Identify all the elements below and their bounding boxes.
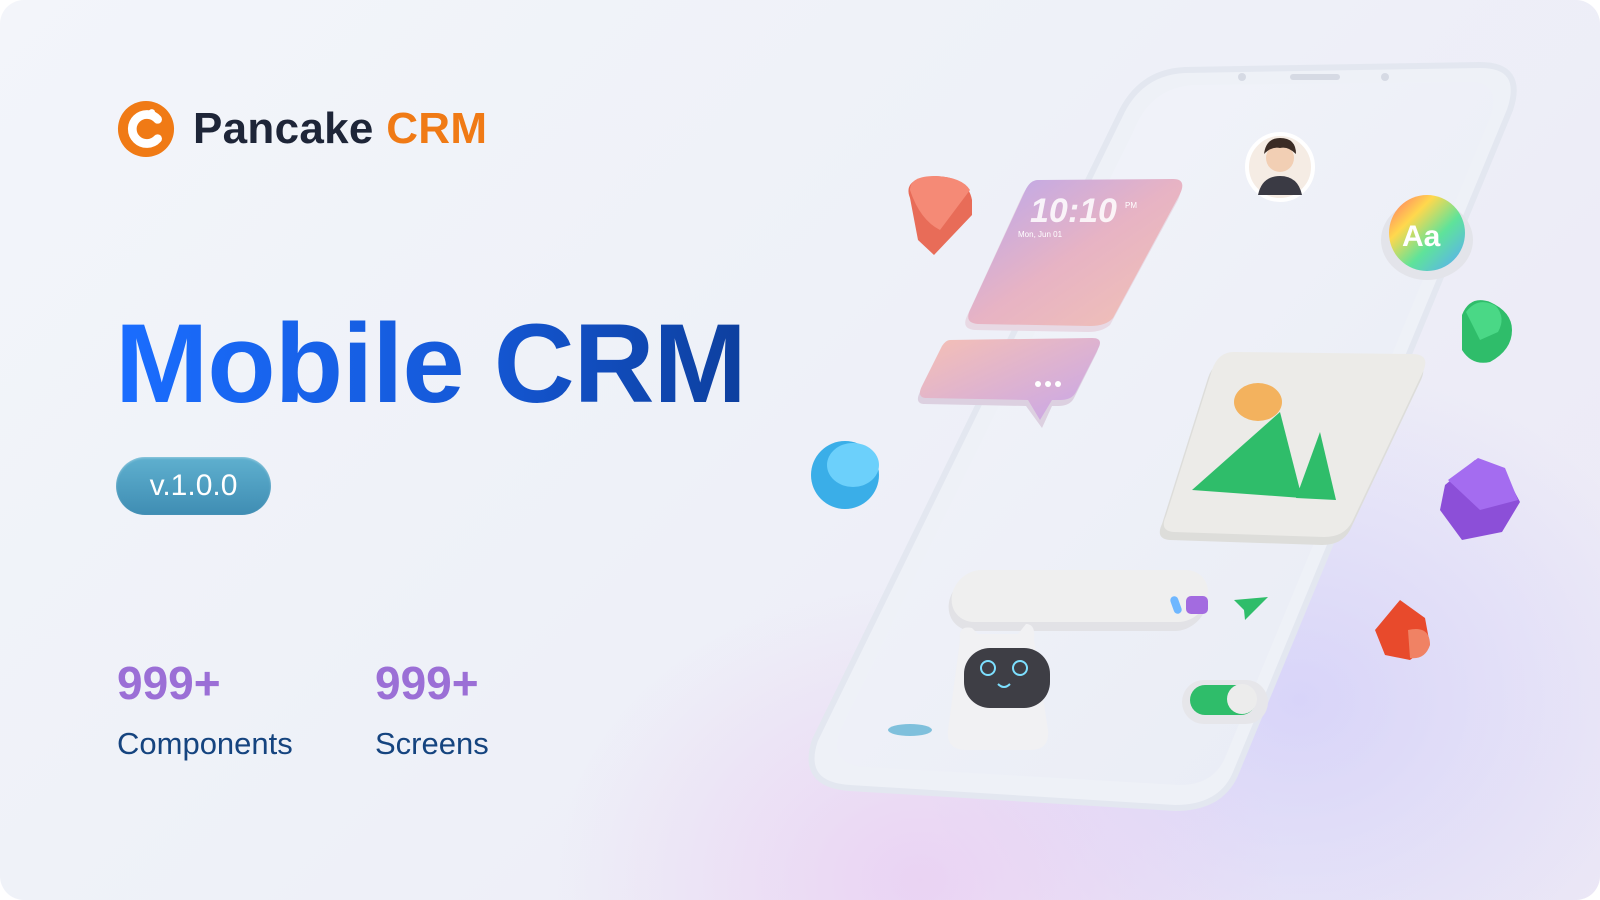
stat-value: 999+ <box>375 657 479 709</box>
clock-ampm: PM <box>1125 201 1137 210</box>
stat-components: 999+ Components <box>117 660 293 759</box>
brand-wordmark: Pancake CRM <box>193 107 487 151</box>
hero-title: Mobile CRM <box>115 301 747 426</box>
clock-time: 10:10 <box>1030 192 1117 230</box>
brand-accent: CRM <box>386 104 488 153</box>
stat-value: 999+ <box>117 657 221 709</box>
phone-illustration: 10:10 PM Mon, Jun 01 Aa <box>790 40 1570 840</box>
avatar <box>1245 132 1315 202</box>
stat-label: Screens <box>375 726 489 761</box>
pancake-logo-icon <box>117 100 175 158</box>
version-badge: v.1.0.0 <box>116 457 271 515</box>
home-indicator <box>888 724 932 736</box>
stat-label: Components <box>117 726 293 761</box>
illustration-canvas: 10:10 PM Mon, Jun 01 Aa <box>808 61 1520 812</box>
toggle-switch <box>1182 680 1268 724</box>
font-badge-text: Aa <box>1402 220 1441 253</box>
banner-card: Pancake CRM Mobile CRM v.1.0.0 999+ Comp… <box>0 0 1600 900</box>
brand-name: Pancake <box>193 104 374 153</box>
phone-body <box>808 61 1517 812</box>
stat-screens: 999+ Screens <box>375 660 489 759</box>
brand-logo: Pancake CRM <box>117 100 487 158</box>
clock-date: Mon, Jun 01 <box>1018 230 1063 239</box>
